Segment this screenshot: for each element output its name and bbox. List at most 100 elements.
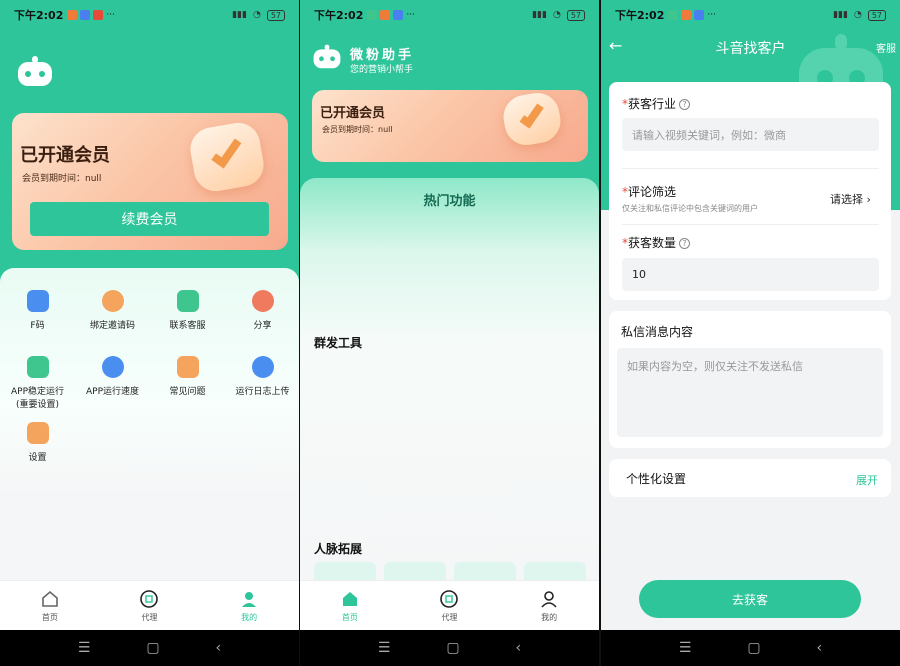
rocket-icon <box>101 356 124 378</box>
app-name: 微粉助手 <box>350 48 415 63</box>
f-code-icon <box>26 290 49 312</box>
network-title: 人脉拓展 <box>314 542 363 556</box>
bottom-nav: 首页 代理 我的 <box>300 580 599 630</box>
help-icon[interactable]: ? <box>679 238 691 249</box>
notification-icons: ··· <box>67 10 115 20</box>
comment-label: *评论筛选 <box>622 185 677 199</box>
notification-icons: ··· <box>367 10 415 20</box>
status-time: 下午2:02 <box>14 9 64 22</box>
system-nav-bar: ☰ ▢ ‹ <box>300 630 599 666</box>
home-square-icon[interactable]: ▢ <box>446 640 459 656</box>
function-item[interactable]: F码 <box>0 290 75 356</box>
nav-agent[interactable]: 代理 <box>409 589 489 623</box>
member-expiry: 会员到期时间：null <box>22 174 102 184</box>
function-label: 常见问题 <box>169 387 206 397</box>
status-time: 下午2:02 <box>615 9 665 22</box>
menu-icon[interactable]: ☰ <box>378 640 391 656</box>
tools-title: 群发工具 <box>314 336 363 350</box>
function-item[interactable]: 常见问题 <box>150 356 225 422</box>
message-label: 私信消息内容 <box>621 325 694 339</box>
member-expiry: 会员到期时间：null <box>322 125 393 134</box>
help-icon[interactable]: ? <box>679 99 691 110</box>
shield-icon <box>26 356 49 378</box>
count-label: *获客数量? <box>622 234 691 251</box>
agent-icon <box>140 589 159 608</box>
home-square-icon[interactable]: ▢ <box>146 640 159 656</box>
industry-input[interactable]: 请输入视频关键词，例如：微商 <box>622 118 879 151</box>
nav-home[interactable]: 首页 <box>310 589 390 623</box>
message-textarea[interactable]: 如果内容为空，则仅关注不发送私信 <box>617 348 883 437</box>
menu-icon[interactable]: ☰ <box>679 640 692 656</box>
function-item[interactable]: 运行日志上传 <box>225 356 299 422</box>
system-nav-bar: ☰ ▢ ‹ <box>601 630 900 666</box>
profile-icon <box>242 591 257 607</box>
function-label: APP稳定运行 (重要设置) <box>10 387 64 410</box>
profile-icon <box>541 590 557 608</box>
function-item[interactable]: 分享 <box>225 290 299 356</box>
expand-link[interactable]: 展开 <box>856 472 878 488</box>
battery-icon: 57 <box>867 9 886 21</box>
status-right: ▮▮▮ ◔ 57 <box>232 9 285 21</box>
nav-home[interactable]: 首页 <box>10 589 90 623</box>
chevron-right-icon: › <box>866 193 871 206</box>
hot-title: 热门功能 <box>423 194 476 209</box>
menu-icon[interactable]: ☰ <box>78 640 91 656</box>
signal-icon: ▮▮▮ <box>232 10 247 20</box>
customer-service-link[interactable]: 客服 <box>876 40 896 55</box>
function-item[interactable]: 设置 <box>0 422 75 488</box>
comment-hint: 仅关注和私信评论中包含关键词的用户 <box>622 204 758 213</box>
robot-logo-icon <box>18 56 52 86</box>
battery-icon: 57 <box>266 9 285 21</box>
vip-heart-icon <box>500 90 564 149</box>
status-time: 下午2:02 <box>314 9 364 22</box>
back-icon[interactable]: ‹ <box>215 640 221 656</box>
home-square-icon[interactable]: ▢ <box>747 640 760 656</box>
wifi-icon: ◔ <box>552 10 561 20</box>
screen-home: 下午2:02 ··· ▮▮▮ ◔ 57 微粉助手 您的营销小帮手 已开通会员 会员到… <box>300 0 599 666</box>
renew-membership-button[interactable]: 续费会员 <box>30 202 269 236</box>
function-label: 运行日志上传 <box>235 387 290 397</box>
comment-select[interactable]: 请选择 › <box>830 191 871 207</box>
nav-profile[interactable]: 我的 <box>509 589 589 623</box>
share-icon <box>251 290 274 312</box>
nav-home-label: 首页 <box>341 612 358 622</box>
nav-profile[interactable]: 我的 <box>209 589 289 623</box>
status-right: ▮▮▮ ◔ 57 <box>833 9 886 21</box>
question-icon <box>176 356 199 378</box>
app-slogan: 您的营销小帮手 <box>350 65 414 75</box>
agent-icon <box>440 589 459 608</box>
function-item[interactable]: APP稳定运行 (重要设置) <box>0 356 75 422</box>
function-grid: F码 绑定邀请码 联系客服 分享 APP稳定运行 (重要设置) APP运行速度 常见问题 运行… <box>0 290 299 488</box>
get-customers-button[interactable]: 去获客 <box>639 580 861 618</box>
signal-icon: ▮▮▮ <box>532 10 547 20</box>
function-item[interactable]: APP运行速度 <box>75 356 150 422</box>
status-bar: 下午2:02 ··· ▮▮▮ ◔ 57 <box>601 0 900 30</box>
notification-icons: ··· <box>668 10 716 20</box>
nav-home-label: 首页 <box>41 612 58 622</box>
bottom-nav: 首页 代理 我的 <box>0 580 299 630</box>
home-icon <box>42 590 58 607</box>
function-label: 分享 <box>253 321 272 331</box>
nav-agent-label: 代理 <box>441 612 458 622</box>
count-input[interactable]: 10 <box>622 258 879 291</box>
system-nav-bar: ☰ ▢ ‹ <box>0 630 299 666</box>
screen-profile: 下午2:02 ··· ▮▮▮ ◔ 57 已开通会员 会员到期时间：null 续费会员… <box>0 0 299 666</box>
wifi-icon: ◔ <box>853 10 862 20</box>
function-label: 设置 <box>28 453 47 463</box>
function-item[interactable]: 绑定邀请码 <box>75 290 150 356</box>
page-title: 斗音找客户 <box>715 41 786 57</box>
back-icon[interactable]: ‹ <box>515 640 521 656</box>
divider <box>622 224 879 225</box>
home-icon <box>342 591 357 606</box>
nav-profile-label: 我的 <box>241 612 258 622</box>
function-item[interactable]: 联系客服 <box>150 290 225 356</box>
divider <box>622 168 879 169</box>
nav-agent[interactable]: 代理 <box>109 589 189 623</box>
robot-logo-icon <box>313 44 341 69</box>
industry-label: *获客行业? <box>622 95 691 112</box>
settings-icon <box>26 422 49 444</box>
function-label: F码 <box>30 321 45 331</box>
log-upload-icon <box>251 356 274 378</box>
member-title: 已开通会员 <box>320 106 386 121</box>
back-icon[interactable]: ‹ <box>816 640 822 656</box>
